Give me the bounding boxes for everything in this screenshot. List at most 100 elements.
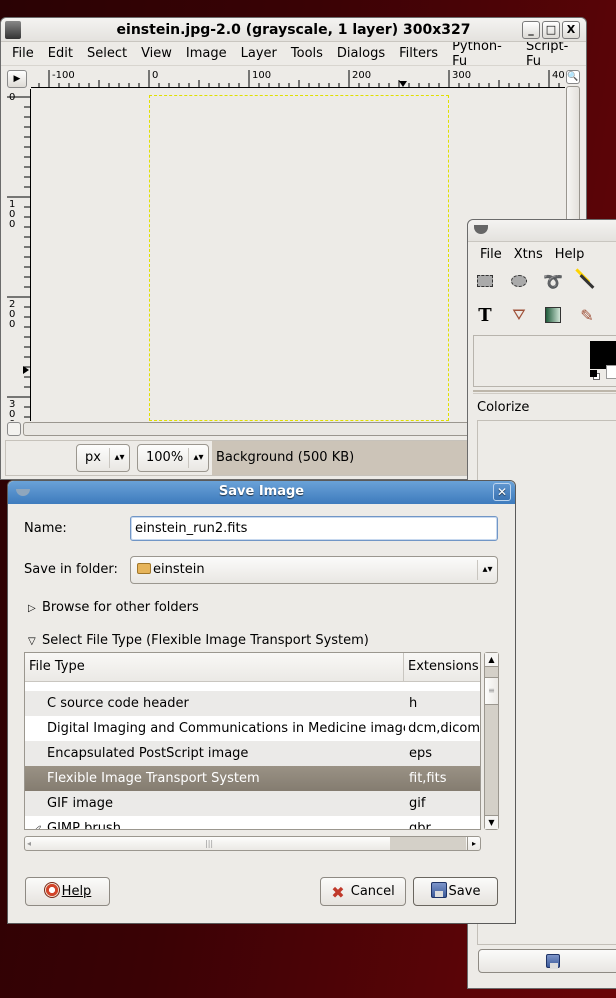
column-file-type[interactable]: File Type (25, 653, 404, 681)
column-extensions[interactable]: Extensions (404, 653, 479, 681)
file-type-ext: eps (409, 746, 433, 761)
bucket-fill-icon[interactable]: ⛛ (508, 304, 530, 326)
image-window-titlebar[interactable]: einstein.jpg-2.0 (grayscale, 1 layer) 30… (1, 18, 586, 42)
toolbox-titlebar[interactable] (468, 220, 616, 242)
file-type-name: Flexible Image Transport System (47, 771, 260, 786)
menu-dialogs[interactable]: Dialogs (330, 46, 392, 61)
list-item[interactable]: GIF image gif (25, 791, 480, 816)
menu-script-fu[interactable]: Script-Fu (519, 39, 586, 69)
list-vertical-scrollbar[interactable]: ▲ ≡ ▼ (484, 652, 499, 830)
ruler-label: 40 (552, 70, 565, 81)
save-image-dialog: Save Image ✕ Name: einstein_run2.fits Sa… (7, 480, 516, 924)
unit-value: px (85, 450, 101, 465)
toolbox-menu-xtns[interactable]: Xtns (508, 247, 549, 262)
list-item[interactable]: Encapsulated PostScript image eps (25, 741, 480, 766)
file-type-name: C source code header (47, 696, 189, 711)
list-header: File Type Extensions (25, 653, 480, 682)
lasso-icon[interactable]: ➰ (542, 270, 564, 292)
list-item[interactable] (25, 682, 480, 691)
ruler-label: 0 (9, 92, 15, 103)
scroll-right-icon[interactable]: ▸ (467, 837, 480, 850)
spin-arrows-icon: ▴▾ (109, 448, 129, 468)
save-tool-options-button[interactable] (478, 949, 616, 973)
navigate-button[interactable] (7, 422, 21, 436)
folder-label: Save in folder: (24, 562, 118, 577)
scroll-thumb-grip[interactable]: ||| (205, 837, 213, 850)
browse-label: Browse for other folders (42, 600, 199, 615)
folder-value: einstein (153, 562, 205, 577)
save-button[interactable]: Save (413, 877, 498, 906)
cancel-label: Cancel (350, 884, 395, 899)
help-button[interactable]: Help (25, 877, 110, 906)
tool-grid: ➰ T ⛛ ✎ (468, 266, 616, 330)
list-item-selected[interactable]: Flexible Image Transport System fit,fits (25, 766, 480, 791)
quick-mask-toggle[interactable]: ▶ (7, 70, 27, 88)
unit-selector[interactable]: px ▴▾ (76, 444, 130, 472)
horizontal-ruler: -100 0 100 200 300 40 (31, 68, 565, 88)
background-color-swatch[interactable] (606, 365, 616, 379)
scroll-up-icon[interactable]: ▲ (485, 653, 498, 667)
file-type-ext: fit,fits (409, 771, 447, 786)
list-item[interactable]: C source code header h (25, 691, 480, 716)
panel-separator[interactable] (473, 390, 616, 394)
scroll-left-icon[interactable]: ◂ (27, 837, 39, 850)
maximize-button[interactable]: □ (542, 21, 560, 39)
scroll-down-icon[interactable]: ▼ (485, 815, 498, 829)
dialog-titlebar[interactable]: Save Image ✕ (8, 481, 515, 504)
toolbox-menubar: File Xtns Help (468, 242, 616, 266)
folder-icon (137, 563, 151, 574)
more-tool-icon-2[interactable] (610, 304, 616, 326)
zoom-icon[interactable]: 🔍 (566, 70, 580, 84)
pencil-icon[interactable]: ✎ (576, 304, 598, 326)
list-item[interactable]: Digital Imaging and Communications in Me… (25, 716, 480, 741)
menu-file[interactable]: File (5, 46, 41, 61)
scroll-thumb[interactable]: ≡ (485, 677, 498, 705)
fuzzy-select-icon[interactable] (576, 270, 598, 292)
close-button[interactable]: X (562, 21, 580, 39)
ruler-label: 0 (152, 70, 158, 81)
browse-folders-expander[interactable]: ▷ Browse for other folders (28, 600, 199, 615)
ellipse-select-icon[interactable] (508, 270, 530, 292)
pointer-marker-icon (399, 81, 407, 87)
ruler-label: -100 (52, 70, 75, 81)
file-type-expander[interactable]: ▽ Select File Type (Flexible Image Transp… (28, 633, 369, 648)
dialog-close-button[interactable]: ✕ (493, 483, 511, 501)
menu-python-fu[interactable]: Python-Fu (445, 39, 519, 69)
toolbox-menu-file[interactable]: File (474, 247, 508, 262)
scroll-track[interactable] (390, 837, 466, 850)
cancel-icon: ✖ (331, 883, 345, 902)
ruler-label: 0 (9, 219, 15, 230)
list-item[interactable]: 🖌 GIMP brush gbr (25, 816, 480, 830)
text-tool-icon[interactable]: T (474, 304, 496, 326)
toolbox-menu-help[interactable]: Help (549, 247, 591, 262)
dialog-title: Save Image (218, 484, 305, 499)
menu-select[interactable]: Select (80, 46, 134, 61)
menu-layer[interactable]: Layer (234, 46, 284, 61)
filename-input[interactable]: einstein_run2.fits (130, 516, 498, 541)
zoom-selector[interactable]: 100% ▴▾ (137, 444, 209, 472)
save-icon (546, 954, 560, 969)
gimp-icon (16, 489, 30, 496)
file-type-name: GIMP brush (47, 821, 121, 830)
gimp-icon (474, 225, 488, 234)
more-tool-icon[interactable] (610, 270, 616, 292)
cancel-button[interactable]: ✖ Cancel (320, 877, 406, 906)
ruler-label: 300 (452, 70, 471, 81)
menu-edit[interactable]: Edit (41, 46, 80, 61)
menu-filters[interactable]: Filters (392, 46, 445, 61)
rect-select-icon[interactable] (474, 270, 496, 292)
list-horizontal-scrollbar[interactable]: ◂ ||| ▸ (24, 836, 481, 851)
menu-image[interactable]: Image (179, 46, 234, 61)
file-type-ext: gbr (409, 821, 431, 830)
einstein-image[interactable] (149, 95, 449, 421)
tool-options-title: Colorize (477, 400, 530, 415)
folder-select[interactable]: einstein ▴▾ (130, 556, 498, 584)
file-type-list: File Type Extensions C source code heade… (24, 652, 481, 830)
minimize-button[interactable]: _ (522, 21, 540, 39)
gradient-tool-icon[interactable] (542, 304, 564, 326)
menu-tools[interactable]: Tools (284, 46, 330, 61)
menu-view[interactable]: View (134, 46, 179, 61)
default-colors-icon-fg (590, 370, 597, 377)
color-area (473, 335, 616, 387)
window-title: einstein.jpg-2.0 (grayscale, 1 layer) 30… (116, 22, 471, 38)
